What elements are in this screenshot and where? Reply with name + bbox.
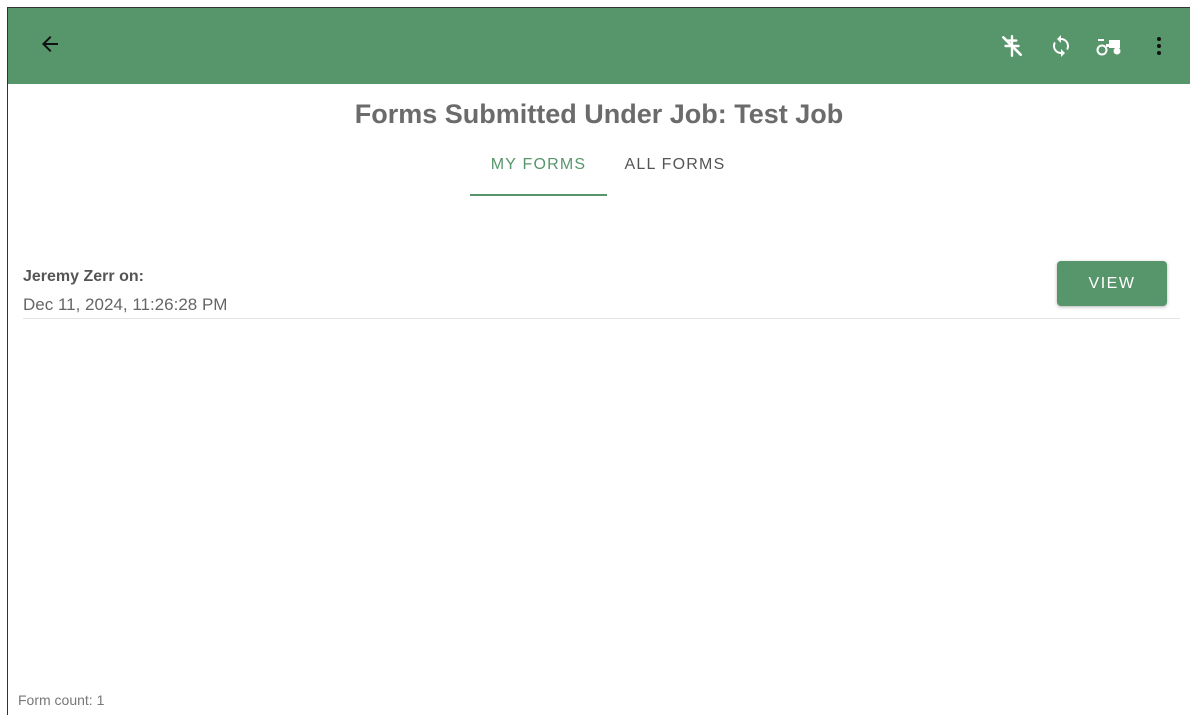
submitter-name: Jeremy Zerr on: [23,268,144,285]
tab-all-forms[interactable]: ALL FORMS [615,148,735,194]
list-item: Jeremy Zerr on: Dec 11, 2024, 11:26:28 P… [23,260,1180,319]
tractor-icon [1096,39,1121,56]
app-frame: Forms Submitted Under Job: Test Job MY F… [7,7,1190,715]
sync-button[interactable] [1046,31,1076,61]
app-bar [8,8,1190,84]
back-button[interactable] [35,29,65,59]
tractor-button[interactable] [1094,31,1126,61]
arrow-left-icon [42,36,58,52]
form-count: Form count: 1 [18,692,105,708]
tab-my-forms[interactable]: MY FORMS [470,148,607,196]
more-options-button[interactable] [1144,31,1174,61]
page-title: Forms Submitted Under Job: Test Job [354,99,844,129]
no-signal-button[interactable] [997,31,1027,61]
no-signal-icon [1002,35,1022,57]
view-button[interactable]: VIEW [1057,261,1167,306]
more-vert-icon [1157,37,1161,55]
submission-date: Dec 11, 2024, 11:26:28 PM [23,295,228,314]
sync-icon [1053,35,1069,57]
